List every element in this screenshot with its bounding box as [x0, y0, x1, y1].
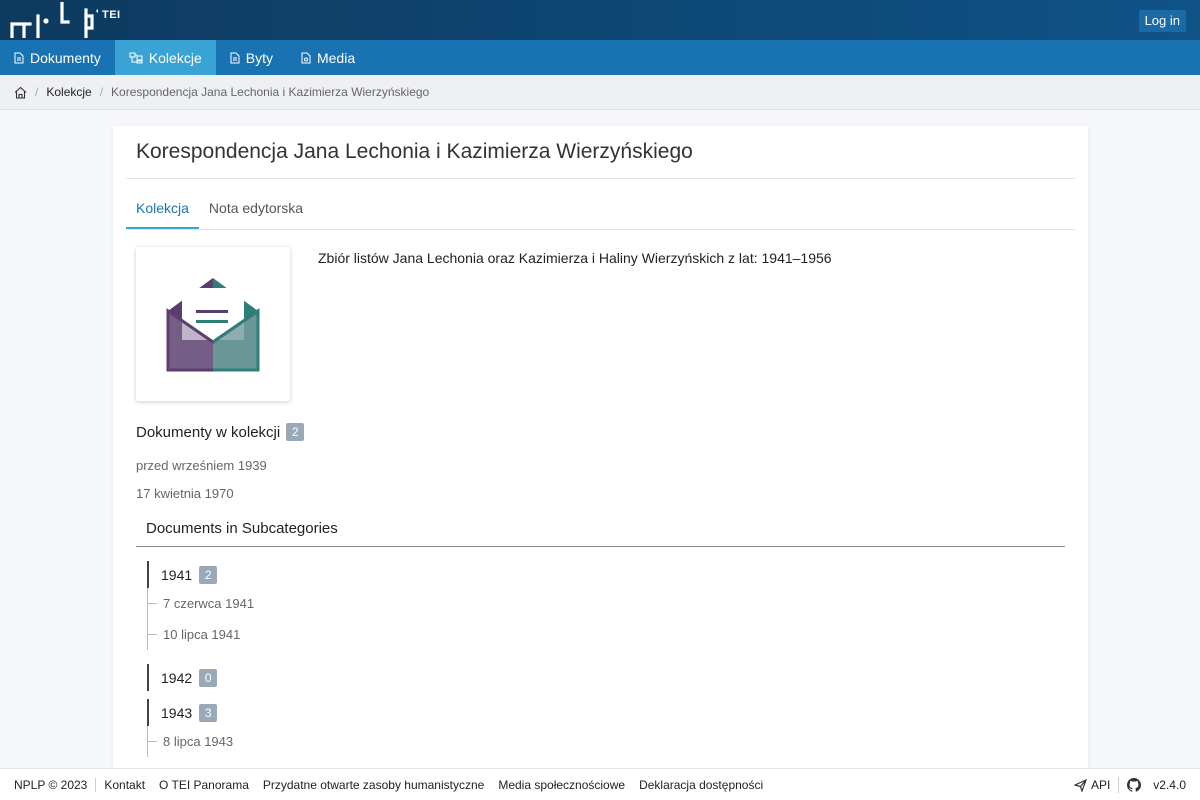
- api-link[interactable]: API: [1091, 778, 1110, 792]
- subcategory-document-link[interactable]: 7 czerwca 1941: [148, 588, 1088, 619]
- year-label: 1941: [161, 566, 193, 583]
- breadcrumb-kolekcje-link[interactable]: Kolekcje: [46, 85, 91, 99]
- nav-item-dokumenty[interactable]: Dokumenty: [0, 40, 115, 75]
- footer-link-zasoby[interactable]: Przydatne otwarte zasoby humanistyczne: [263, 778, 484, 792]
- nav-item-media[interactable]: Media: [287, 40, 369, 75]
- footer-copyright: NPLP © 2023: [14, 777, 97, 792]
- breadcrumb-current: Korespondencja Jana Lechonia i Kazimierz…: [111, 85, 430, 99]
- footer-separator: [1118, 777, 1120, 793]
- nav-item-kolekcje[interactable]: Kolekcje: [114, 40, 216, 75]
- nplp-logo-mark: [10, 2, 98, 38]
- nav-label: Kolekcje: [148, 49, 202, 66]
- year-count-badge: 0: [199, 668, 218, 687]
- collection-intro: Zbiór listów Jana Lechonia oraz Kazimier…: [113, 230, 1088, 401]
- breadcrumb-separator: /: [35, 85, 39, 99]
- subcategories-heading: Documents in Subcategories: [136, 510, 1065, 547]
- collection-description: Zbiór listów Jana Lechonia oraz Kazimier…: [318, 250, 832, 266]
- footer-right: API v2.4.0: [1073, 769, 1186, 800]
- breadcrumb-separator: /: [99, 85, 104, 99]
- year-label: 1943: [161, 704, 193, 721]
- footer-link-kontakt[interactable]: Kontakt: [104, 778, 145, 792]
- footer-link-o-tei-panorama[interactable]: O TEI Panorama: [159, 778, 249, 792]
- year-group-1943: 1943 3 8 lipca 1943: [147, 699, 1088, 757]
- document-link[interactable]: przed wrześniem 1939: [113, 452, 1088, 480]
- year-count-badge: 2: [199, 565, 218, 584]
- nav-label: Media: [316, 49, 356, 66]
- envelope-letter-icon: [166, 278, 260, 372]
- tab-kolekcja[interactable]: Kolekcja: [126, 200, 199, 229]
- year-row[interactable]: 1943 3: [147, 699, 1088, 726]
- collection-card: Korespondencja Jana Lechonia i Kazimierz…: [113, 126, 1088, 786]
- top-bar: TEI Log in: [0, 0, 1200, 40]
- document-link[interactable]: 17 kwietnia 1970: [113, 480, 1088, 508]
- github-icon[interactable]: [1127, 778, 1142, 792]
- nav-item-byty[interactable]: Byty: [216, 40, 287, 75]
- tei-logo-label: TEI: [102, 9, 121, 21]
- tab-nota-edytorska[interactable]: Nota edytorska: [199, 200, 313, 229]
- collection-thumbnail: [136, 247, 290, 401]
- documents-heading: Dokumenty w kolekcji 2: [113, 401, 1088, 441]
- year-count-badge: 3: [199, 703, 218, 722]
- documents-heading-label: Dokumenty w kolekcji: [136, 423, 281, 441]
- year-group-1941: 1941 2 7 czerwca 1941 10 lipca 1941: [147, 561, 1088, 650]
- footer: NPLP © 2023 Kontakt O TEI Panorama Przyd…: [0, 768, 1200, 800]
- year-label: 1942: [161, 669, 193, 686]
- subcategory-document-link[interactable]: 8 lipca 1943: [148, 726, 1088, 757]
- version-label: v2.4.0: [1153, 778, 1186, 792]
- media-icon: [301, 52, 311, 63]
- nplp-logo[interactable]: TEI: [10, 2, 121, 38]
- footer-link-deklaracja[interactable]: Deklaracja dostępności: [639, 778, 763, 792]
- login-button[interactable]: Log in: [1138, 10, 1186, 32]
- year-group-1942: 1942 0: [147, 664, 1088, 691]
- tab-bar: Kolekcja Nota edytorska: [126, 179, 1075, 230]
- documents-count-badge: 2: [286, 423, 305, 441]
- document-icon: [14, 52, 24, 63]
- footer-link-media-spolecznosciowe[interactable]: Media społecznościowe: [498, 778, 625, 792]
- entity-icon: [230, 52, 240, 63]
- breadcrumb: / Kolekcje / Korespondencja Jana Lechoni…: [0, 75, 1200, 110]
- collection-icon: [129, 52, 143, 63]
- subcategory-document-link[interactable]: 10 lipca 1941: [148, 619, 1088, 650]
- year-row[interactable]: 1942 0: [147, 664, 1088, 691]
- year-row[interactable]: 1941 2: [147, 561, 1088, 588]
- document-list: przed wrześniem 1939 17 kwietnia 1970: [113, 452, 1088, 508]
- nav-label: Dokumenty: [30, 49, 101, 66]
- nav-label: Byty: [245, 49, 273, 66]
- home-icon[interactable]: [14, 86, 27, 99]
- send-icon: [1073, 778, 1087, 792]
- main-nav: Dokumenty Kolekcje Byty Media: [0, 40, 1200, 75]
- page-title: Korespondencja Jana Lechonia i Kazimierz…: [136, 140, 693, 163]
